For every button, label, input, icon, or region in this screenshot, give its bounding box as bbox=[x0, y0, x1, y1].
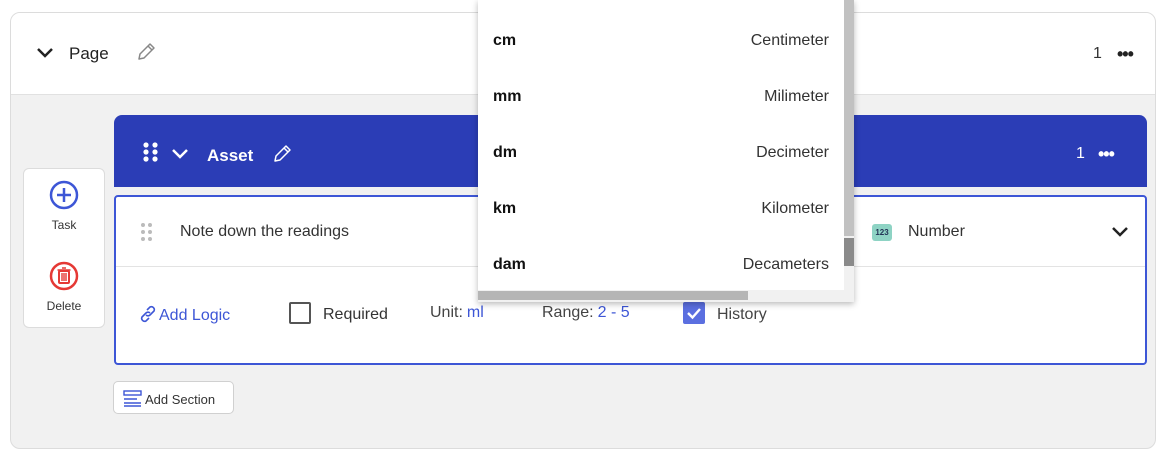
delete-button[interactable]: Delete bbox=[24, 260, 104, 313]
unit-field[interactable]: Unit: ml bbox=[430, 304, 484, 322]
option-code: mm bbox=[493, 88, 522, 105]
range-value[interactable]: 2 - 5 bbox=[598, 304, 630, 321]
chevron-down-icon[interactable] bbox=[35, 43, 55, 68]
checkbox[interactable] bbox=[289, 302, 311, 324]
option-code: km bbox=[493, 200, 517, 217]
dropdown-option[interactable]: dm Decimeter bbox=[478, 126, 844, 182]
dropdown-option[interactable]: mm Milimeter bbox=[478, 70, 844, 126]
plus-circle-icon bbox=[48, 180, 80, 215]
option-code: cm bbox=[493, 32, 517, 49]
response-type-label[interactable]: Number bbox=[908, 223, 965, 241]
more-icon[interactable]: ••• bbox=[1117, 44, 1134, 65]
add-section-button[interactable]: Add Section bbox=[113, 381, 234, 414]
required-label: Required bbox=[323, 306, 388, 323]
trash-circle-icon bbox=[48, 261, 80, 296]
option-code: dm bbox=[493, 144, 517, 161]
unit-label: Unit: bbox=[430, 304, 463, 321]
vertical-scroll-thumb[interactable] bbox=[844, 0, 854, 236]
option-name: Kilometer bbox=[761, 200, 829, 217]
option-name: Decimeter bbox=[756, 144, 829, 161]
option-name: Centimeter bbox=[750, 32, 829, 49]
dropdown-option[interactable]: dam Decameters bbox=[478, 238, 844, 294]
section-list-icon bbox=[123, 390, 143, 410]
add-logic-label: Add Logic bbox=[159, 307, 231, 324]
check-icon[interactable] bbox=[683, 302, 705, 324]
range-label: Range: bbox=[542, 304, 594, 321]
add-task-button[interactable]: Task bbox=[24, 179, 104, 232]
option-name: Milimeter bbox=[764, 88, 829, 105]
vertical-scroll-handle[interactable] bbox=[844, 238, 854, 266]
unit-value[interactable]: ml bbox=[467, 304, 484, 321]
section-count: 1 bbox=[1076, 145, 1085, 162]
page-title: Page bbox=[69, 44, 109, 63]
page-count: 1 bbox=[1093, 45, 1102, 62]
history-label: History bbox=[717, 306, 767, 323]
drag-handle-icon[interactable] bbox=[140, 221, 154, 248]
pencil-icon[interactable] bbox=[271, 143, 293, 170]
drag-handle-icon[interactable] bbox=[142, 141, 160, 168]
chevron-down-icon[interactable] bbox=[170, 145, 190, 168]
task-label: Task bbox=[51, 218, 77, 232]
pencil-icon[interactable] bbox=[135, 41, 157, 68]
add-logic-link[interactable]: Add Logic bbox=[140, 305, 230, 328]
more-icon[interactable]: ••• bbox=[1098, 144, 1115, 165]
dropdown-option[interactable]: km Kilometer bbox=[478, 182, 844, 238]
range-field[interactable]: Range: 2 - 5 bbox=[542, 304, 630, 322]
link-icon bbox=[140, 305, 156, 328]
horizontal-scroll-thumb[interactable] bbox=[478, 291, 748, 300]
section-title: Asset bbox=[207, 146, 254, 165]
dropdown-option[interactable]: cm Centimeter bbox=[478, 14, 844, 70]
option-name: Decameters bbox=[742, 256, 829, 273]
question-text[interactable]: Note down the readings bbox=[180, 223, 349, 241]
required-checkbox[interactable]: Required bbox=[289, 302, 388, 324]
number-type-icon: 123 bbox=[872, 224, 892, 241]
side-toolbar: Task Delete bbox=[23, 168, 105, 328]
history-checkbox[interactable]: History bbox=[683, 302, 767, 324]
unit-dropdown[interactable]: cm Centimeter mm Milimeter dm Decimeter … bbox=[478, 0, 854, 302]
option-code: dam bbox=[493, 256, 526, 273]
delete-label: Delete bbox=[46, 299, 82, 313]
chevron-down-icon[interactable] bbox=[1110, 223, 1130, 246]
add-section-label: Add Section bbox=[145, 392, 216, 407]
